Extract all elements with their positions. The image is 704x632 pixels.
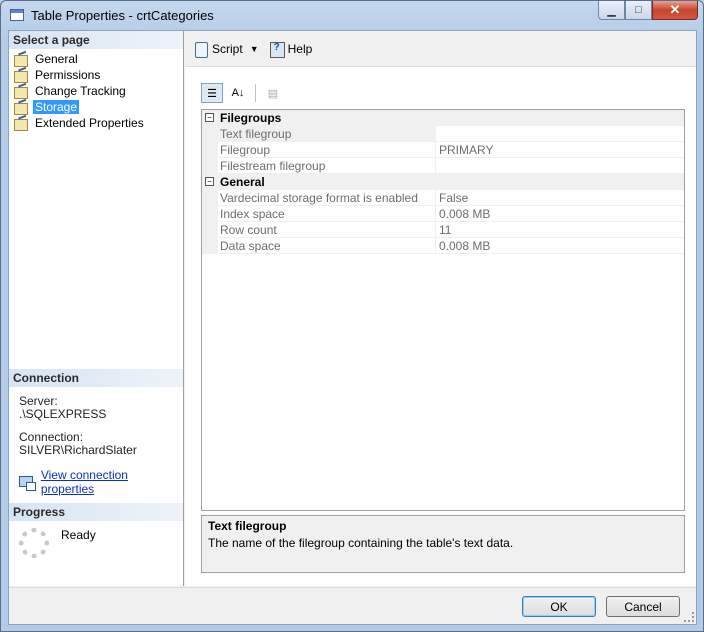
close-button[interactable]: ✕: [652, 1, 698, 20]
progress-header: Progress: [9, 503, 183, 521]
cancel-button[interactable]: Cancel: [606, 596, 680, 617]
properties-window: Table Properties - crtCategories ▁ □ ✕ S…: [0, 0, 704, 632]
select-page-header: Select a page: [9, 31, 183, 49]
page-item-label: Change Tracking: [35, 84, 126, 98]
page-item-label: Extended Properties: [35, 116, 144, 130]
script-icon: [193, 41, 209, 58]
left-pane: Select a page General Permissions Change…: [9, 31, 184, 586]
page-item-storage[interactable]: Storage: [13, 99, 181, 115]
property-grid-toolbar: ☰ A↓ ▤: [201, 83, 284, 103]
connection-info: Server: .\SQLEXPRESS Connection: SILVER\…: [19, 395, 137, 467]
view-connection-properties-link[interactable]: View connection properties: [41, 468, 183, 496]
page-item-change-tracking[interactable]: Change Tracking: [13, 83, 181, 99]
property-value[interactable]: 11: [436, 222, 684, 238]
property-value[interactable]: False: [436, 190, 684, 206]
description-panel: Text filegroup The name of the filegroup…: [201, 515, 685, 573]
page-icon: [13, 116, 29, 131]
category-name: General: [218, 174, 684, 190]
page-item-label: Permissions: [35, 68, 101, 82]
progress-area: Ready: [19, 528, 96, 558]
property-row-text-filegroup[interactable]: Text filegroup: [202, 126, 684, 142]
connection-properties-icon: [19, 475, 36, 491]
dialog-client: Select a page General Permissions Change…: [8, 30, 697, 625]
property-row-vardecimal[interactable]: Vardecimal storage format is enabled Fal…: [202, 190, 684, 206]
property-value[interactable]: PRIMARY: [436, 142, 684, 158]
resize-grip-icon[interactable]: [684, 612, 694, 622]
property-value[interactable]: [436, 126, 684, 142]
progress-status: Ready: [61, 528, 96, 542]
script-label: Script: [212, 41, 243, 56]
window-title: Table Properties - crtCategories: [31, 8, 214, 23]
property-name: Filestream filegroup: [218, 158, 436, 174]
page-item-extended-properties[interactable]: Extended Properties: [13, 115, 181, 131]
property-name: Index space: [218, 206, 436, 222]
title-bar[interactable]: Table Properties - crtCategories ▁ □ ✕: [1, 1, 703, 29]
connection-value: SILVER\RichardSlater: [19, 443, 137, 457]
property-value[interactable]: 0.008 MB: [436, 206, 684, 222]
property-pages-button[interactable]: ▤: [262, 83, 284, 103]
page-item-permissions[interactable]: Permissions: [13, 67, 181, 83]
collapse-toggle-icon[interactable]: −: [205, 177, 214, 186]
property-row-data-space[interactable]: Data space 0.008 MB: [202, 238, 684, 254]
page-list: General Permissions Change Tracking Stor…: [13, 51, 181, 131]
page-item-label: Storage: [33, 100, 80, 114]
right-pane: Script ▼ Help ☰ A↓ ▤ − Filegroups: [185, 31, 696, 586]
property-name: Data space: [218, 238, 436, 254]
connection-header: Connection: [9, 369, 183, 387]
progress-spinner-icon: [19, 528, 49, 558]
help-button[interactable]: Help: [269, 41, 313, 58]
page-icon: [13, 84, 29, 99]
property-name: Row count: [218, 222, 436, 238]
category-row-filegroups[interactable]: − Filegroups: [202, 110, 684, 126]
page-item-label: General: [35, 52, 78, 66]
view-connection-properties[interactable]: View connection properties: [19, 468, 183, 496]
description-text: The name of the filegroup containing the…: [208, 536, 514, 550]
property-row-filegroup[interactable]: Filegroup PRIMARY: [202, 142, 684, 158]
alphabetical-button[interactable]: A↓: [227, 83, 249, 103]
property-row-index-space[interactable]: Index space 0.008 MB: [202, 206, 684, 222]
description-title: Text filegroup: [208, 519, 287, 533]
categorized-button[interactable]: ☰: [201, 83, 223, 103]
page-icon: [13, 68, 29, 83]
page-icon: [13, 100, 29, 115]
property-grid: − Filegroups Text filegroup Filegroup PR…: [201, 109, 685, 511]
help-icon: [269, 41, 285, 58]
script-dropdown-icon[interactable]: ▼: [250, 44, 259, 54]
property-name: Filegroup: [218, 142, 436, 158]
property-value[interactable]: 0.008 MB: [436, 238, 684, 254]
toolbar: Script ▼ Help: [185, 31, 696, 67]
maximize-button[interactable]: □: [625, 1, 652, 20]
ok-button[interactable]: OK: [522, 596, 596, 617]
server-value: .\SQLEXPRESS: [19, 407, 107, 421]
page-item-general[interactable]: General: [13, 51, 181, 67]
script-button[interactable]: Script ▼: [193, 41, 259, 58]
toolbar-separator: [255, 84, 256, 102]
property-name: Text filegroup: [218, 126, 436, 142]
property-value[interactable]: [436, 158, 684, 174]
help-label: Help: [287, 41, 313, 56]
property-row-filestream-filegroup[interactable]: Filestream filegroup: [202, 158, 684, 174]
minimize-button[interactable]: ▁: [598, 1, 625, 20]
property-row-row-count[interactable]: Row count 11: [202, 222, 684, 238]
page-icon: [13, 52, 29, 67]
category-name: Filegroups: [218, 110, 684, 126]
table-icon: [10, 9, 24, 21]
dialog-footer: OK Cancel: [9, 587, 696, 624]
category-row-general[interactable]: − General: [202, 174, 684, 190]
property-name: Vardecimal storage format is enabled: [218, 190, 436, 206]
window-controls: ▁ □ ✕: [598, 1, 698, 21]
collapse-toggle-icon[interactable]: −: [205, 113, 214, 122]
